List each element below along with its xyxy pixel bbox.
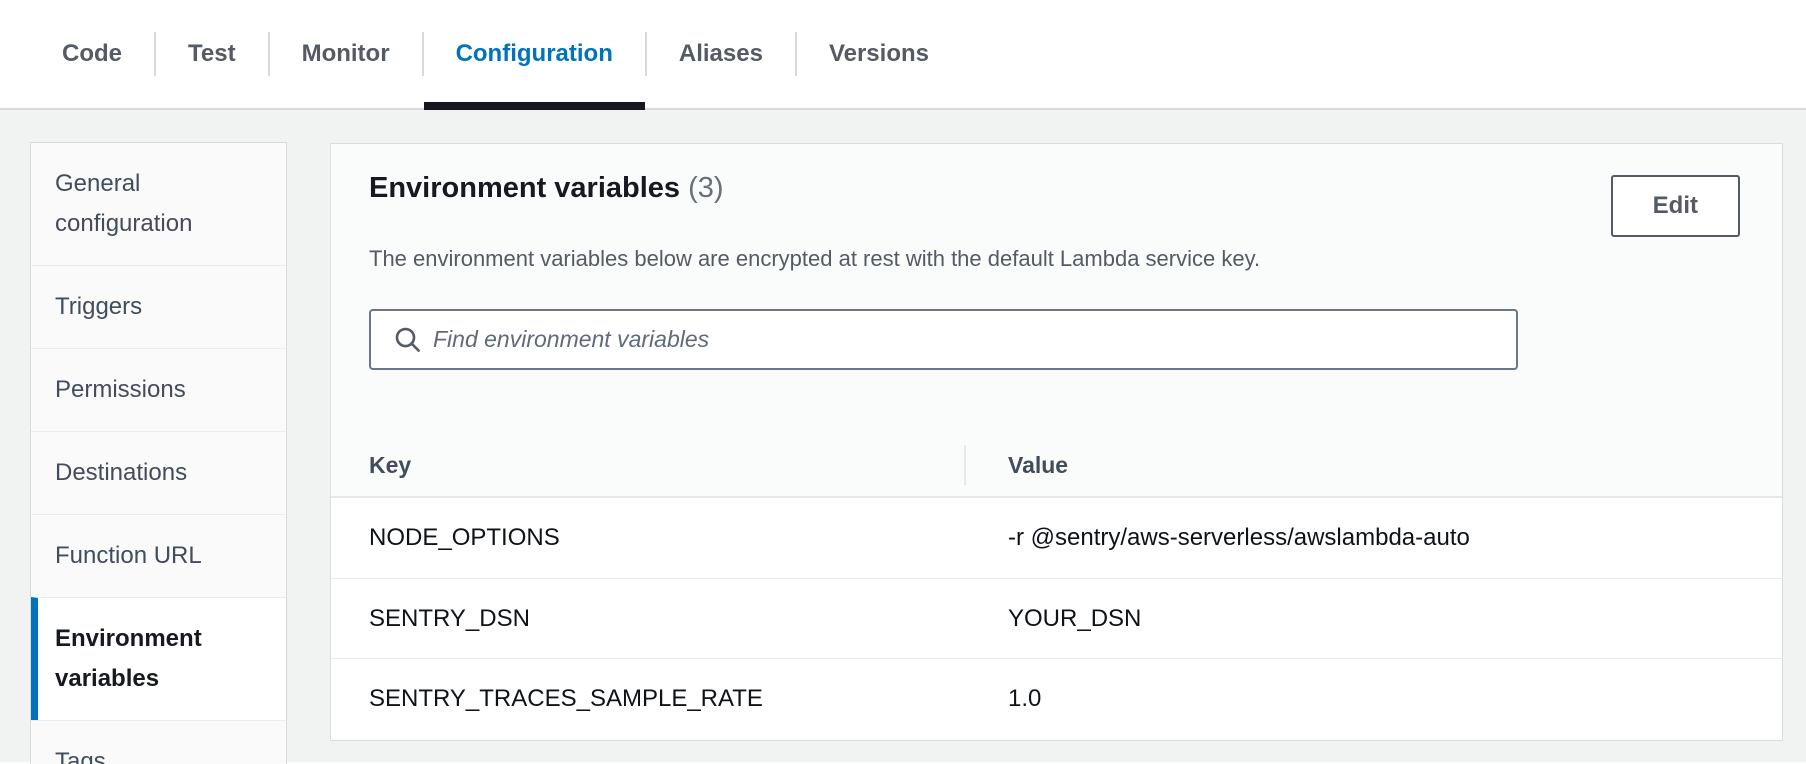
tab-monitor[interactable]: Monitor xyxy=(270,0,422,108)
table-row: SENTRY_DSN YOUR_DSN xyxy=(331,578,1782,658)
config-sidebar: General configuration Triggers Permissio… xyxy=(30,142,287,764)
sidebar-item-environment-variables[interactable]: Environment variables xyxy=(31,597,286,720)
sidebar-item-permissions[interactable]: Permissions xyxy=(31,348,286,431)
env-var-value: YOUR_DSN xyxy=(1008,579,1141,659)
column-header-key: Key xyxy=(369,432,411,498)
panel-title: Environment variables (3) xyxy=(369,166,724,210)
tab-aliases[interactable]: Aliases xyxy=(647,0,795,108)
search-icon xyxy=(393,325,423,355)
lambda-configuration-screen: Code Test Monitor Configuration Aliases … xyxy=(0,0,1806,764)
tab-code[interactable]: Code xyxy=(30,0,154,108)
env-var-key: SENTRY_DSN xyxy=(369,579,530,659)
tab-versions[interactable]: Versions xyxy=(797,0,961,108)
table-header-row: Key Value xyxy=(331,432,1782,498)
sidebar-item-triggers[interactable]: Triggers xyxy=(31,265,286,348)
env-vars-table: Key Value NODE_OPTIONS -r @sentry/aws-se… xyxy=(331,432,1782,738)
env-var-value: -r @sentry/aws-serverless/awslambda-auto xyxy=(1008,498,1470,578)
function-tab-bar: Code Test Monitor Configuration Aliases … xyxy=(0,0,1806,110)
tab-configuration[interactable]: Configuration xyxy=(424,0,645,108)
panel-title-text: Environment variables xyxy=(369,172,680,204)
env-var-key: NODE_OPTIONS xyxy=(369,498,560,578)
sidebar-item-general-configuration[interactable]: General configuration xyxy=(31,143,286,265)
panel-description: The environment variables below are encr… xyxy=(369,244,1260,274)
tab-test[interactable]: Test xyxy=(156,0,268,108)
environment-variables-panel: Environment variables (3) Edit The envir… xyxy=(330,143,1783,741)
configuration-page: General configuration Triggers Permissio… xyxy=(0,110,1806,762)
edit-button[interactable]: Edit xyxy=(1611,175,1740,237)
sidebar-item-destinations[interactable]: Destinations xyxy=(31,431,286,514)
search-box xyxy=(369,309,1518,370)
table-row: SENTRY_TRACES_SAMPLE_RATE 1.0 xyxy=(331,658,1782,738)
search-input[interactable] xyxy=(433,326,1502,353)
column-divider xyxy=(964,445,966,485)
sidebar-item-tags[interactable]: Tags xyxy=(31,720,286,764)
env-var-value: 1.0 xyxy=(1008,659,1041,739)
sidebar-item-function-url[interactable]: Function URL xyxy=(31,514,286,597)
env-var-key: SENTRY_TRACES_SAMPLE_RATE xyxy=(369,659,763,739)
table-row: NODE_OPTIONS -r @sentry/aws-serverless/a… xyxy=(331,498,1782,578)
panel-title-count: (3) xyxy=(688,172,723,204)
column-header-value: Value xyxy=(1008,432,1068,498)
